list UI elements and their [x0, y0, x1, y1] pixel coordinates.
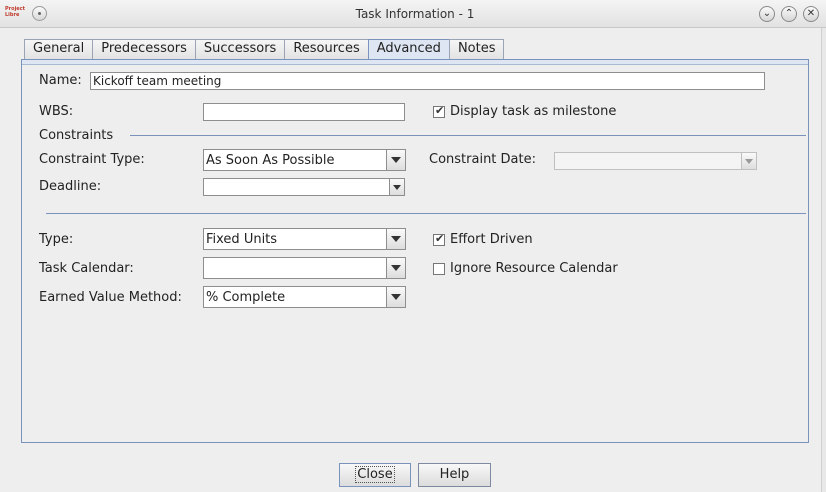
- constraint-type-select[interactable]: As Soon As Possible: [203, 149, 406, 171]
- constraints-divider: [130, 135, 806, 136]
- ignore-calendar-checkbox[interactable]: [433, 263, 445, 275]
- tab-predecessors[interactable]: Predecessors: [92, 39, 196, 59]
- constraint-date-picker[interactable]: [554, 152, 757, 170]
- task-calendar-label: Task Calendar:: [39, 261, 134, 276]
- deadline-label: Deadline:: [39, 179, 102, 194]
- earned-value-value: % Complete: [206, 290, 286, 305]
- constraint-date-label: Constraint Date:: [429, 152, 536, 167]
- chevron-down-icon[interactable]: [389, 179, 404, 195]
- close-button-label: Close: [355, 466, 395, 483]
- minimize-icon[interactable]: ⌄: [759, 6, 775, 22]
- window-title: Task Information - 1: [355, 7, 475, 21]
- deadline-picker[interactable]: [203, 178, 405, 196]
- maximize-icon[interactable]: ⌃: [781, 6, 797, 22]
- wbs-field[interactable]: [203, 103, 405, 121]
- close-button[interactable]: Close: [339, 463, 411, 487]
- tab-successors[interactable]: Successors: [194, 39, 286, 59]
- panel-header-strip: [22, 60, 808, 65]
- type-label: Type:: [39, 232, 74, 247]
- constraint-type-label: Constraint Type:: [39, 152, 145, 167]
- task-calendar-select[interactable]: [203, 257, 406, 279]
- tab-bar: General Predecessors Successors Resource…: [24, 39, 505, 59]
- window-edge: [821, 28, 826, 492]
- wbs-label: WBS:: [39, 104, 74, 119]
- constraints-heading: Constraints: [39, 128, 114, 143]
- name-field[interactable]: Kickoff team meeting: [90, 72, 765, 90]
- chevron-down-icon[interactable]: [386, 287, 405, 307]
- tab-resources[interactable]: Resources: [284, 39, 369, 59]
- earned-value-select[interactable]: % Complete: [203, 286, 406, 308]
- effort-driven-label: Effort Driven: [450, 232, 533, 247]
- constraint-type-value: As Soon As Possible: [206, 153, 335, 168]
- name-label: Name:: [39, 73, 82, 88]
- title-bar: Project Libre Task Information - 1 ⌄ ⌃ ✕: [0, 0, 826, 28]
- milestone-label: Display task as milestone: [450, 104, 617, 119]
- chevron-down-icon[interactable]: [386, 150, 405, 170]
- type-value: Fixed Units: [206, 232, 278, 247]
- tab-general[interactable]: General: [24, 39, 94, 59]
- close-icon[interactable]: ✕: [803, 6, 819, 22]
- tab-notes[interactable]: Notes: [448, 39, 505, 59]
- milestone-checkbox[interactable]: [433, 104, 445, 118]
- section-divider: [46, 213, 806, 214]
- type-select[interactable]: Fixed Units: [203, 228, 406, 250]
- tab-advanced[interactable]: Advanced: [367, 39, 450, 59]
- earned-value-label: Earned Value Method:: [39, 290, 182, 305]
- chevron-down-icon[interactable]: [386, 229, 405, 249]
- effort-driven-checkbox[interactable]: [433, 232, 445, 246]
- chevron-down-icon[interactable]: [741, 153, 756, 169]
- advanced-panel: [21, 59, 809, 443]
- ignore-calendar-label: Ignore Resource Calendar: [450, 261, 618, 276]
- help-button[interactable]: Help: [418, 463, 491, 487]
- chevron-down-icon[interactable]: [386, 258, 405, 278]
